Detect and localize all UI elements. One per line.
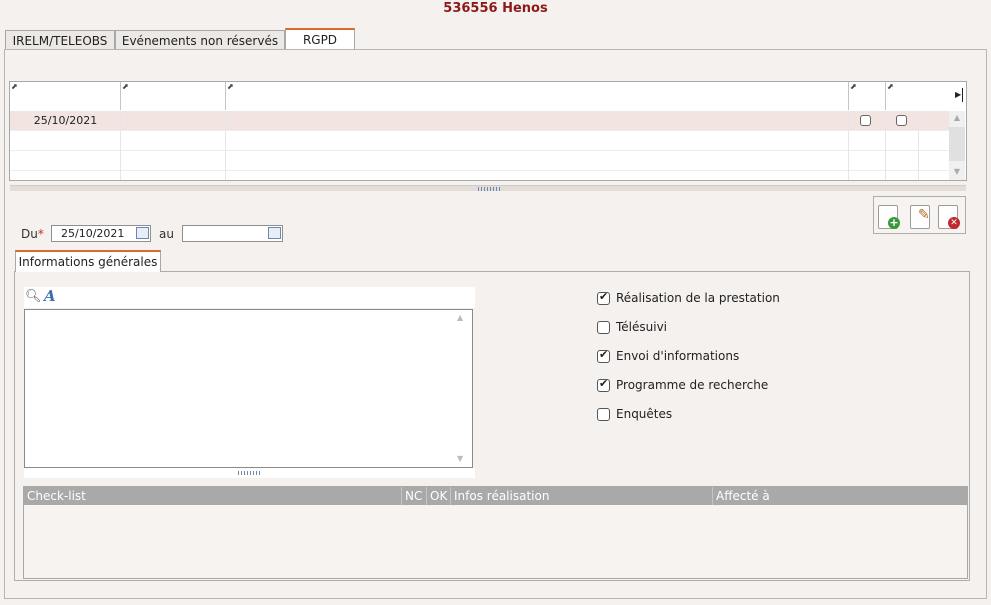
pencil-icon: ✎ <box>918 207 930 223</box>
checkbox[interactable] <box>597 290 610 305</box>
column-header-infos-realisation[interactable]: Infos réalisation <box>451 487 713 505</box>
au-label: au <box>159 227 174 241</box>
scroll-down-icon[interactable]: ▼ <box>949 167 965 176</box>
information-textarea[interactable] <box>24 309 473 468</box>
tab-rgpd[interactable]: RGPD <box>285 28 355 50</box>
resize-grip-icon: ⬈ <box>227 82 234 91</box>
checkbox[interactable] <box>597 348 610 363</box>
cell-informations <box>226 111 849 131</box>
column-header-affecte-a[interactable]: Affecté à <box>713 487 967 505</box>
page-title: 536556 Henos <box>443 1 548 16</box>
resize-grip-icon[interactable] <box>238 471 260 475</box>
checkbox[interactable] <box>597 408 610 421</box>
column-header-ok[interactable]: OK <box>427 487 451 505</box>
cell-du: 25/10/2021 <box>33 114 98 127</box>
resize-grip-icon: ⬈ <box>850 82 857 91</box>
delete-document-icon[interactable]: ✕ <box>938 205 960 229</box>
column-header-nc[interactable]: NC <box>402 487 427 505</box>
scroll-up-icon[interactable]: ▲ <box>949 113 965 122</box>
ann-checkbox[interactable] <box>896 115 907 126</box>
scroll-up-icon[interactable]: ▲ <box>457 313 463 322</box>
column-header-check-list[interactable]: Check-list <box>24 487 402 505</box>
splitter-grip-icon[interactable] <box>478 187 500 191</box>
column-menu-arrow-icon[interactable]: ▶ <box>955 90 961 99</box>
column-header-au[interactable]: ⬈ Au <box>121 82 226 110</box>
edit-document-icon[interactable]: ✎ <box>910 205 930 229</box>
resize-grip-icon: ⬈ <box>887 82 894 91</box>
editor-toolbar <box>24 287 475 308</box>
du-label: Du* <box>21 227 44 241</box>
resize-grip-icon: ⬈ <box>122 82 129 91</box>
tab-irelm-teleobs[interactable]: IRELM/TELEOBS <box>5 30 115 49</box>
val-checkbox[interactable] <box>860 115 871 126</box>
scroll-down-icon[interactable]: ▼ <box>457 454 463 463</box>
checkbox[interactable] <box>597 377 610 392</box>
font-format-icon[interactable]: A <box>44 287 56 305</box>
column-header-du[interactable]: ⬈ Du <box>10 82 121 110</box>
add-document-icon[interactable]: + <box>878 205 900 229</box>
calendar-icon[interactable] <box>268 227 281 239</box>
tab-evenements-non-reserves[interactable]: Evénements non réservés <box>115 30 285 49</box>
grid-scrollbar[interactable]: ▲ ▼ <box>949 111 965 180</box>
column-header-ann[interactable]: ⬈ Ann. <box>886 82 952 110</box>
column-header-val[interactable]: ⬈ Val. <box>849 82 886 110</box>
tab-informations-generales[interactable]: Informations générales <box>15 250 161 272</box>
cell-au <box>121 111 226 131</box>
table-row <box>10 151 949 171</box>
checkbox[interactable] <box>597 321 610 334</box>
scroll-thumb[interactable] <box>949 127 965 161</box>
table-row <box>10 131 949 151</box>
resize-grip-icon: ⬈ <box>11 82 18 91</box>
column-header-informations[interactable]: ⬈ Informations <box>226 82 849 110</box>
calendar-icon[interactable] <box>136 227 149 239</box>
search-icon[interactable]: 🔍︎ <box>25 289 42 304</box>
